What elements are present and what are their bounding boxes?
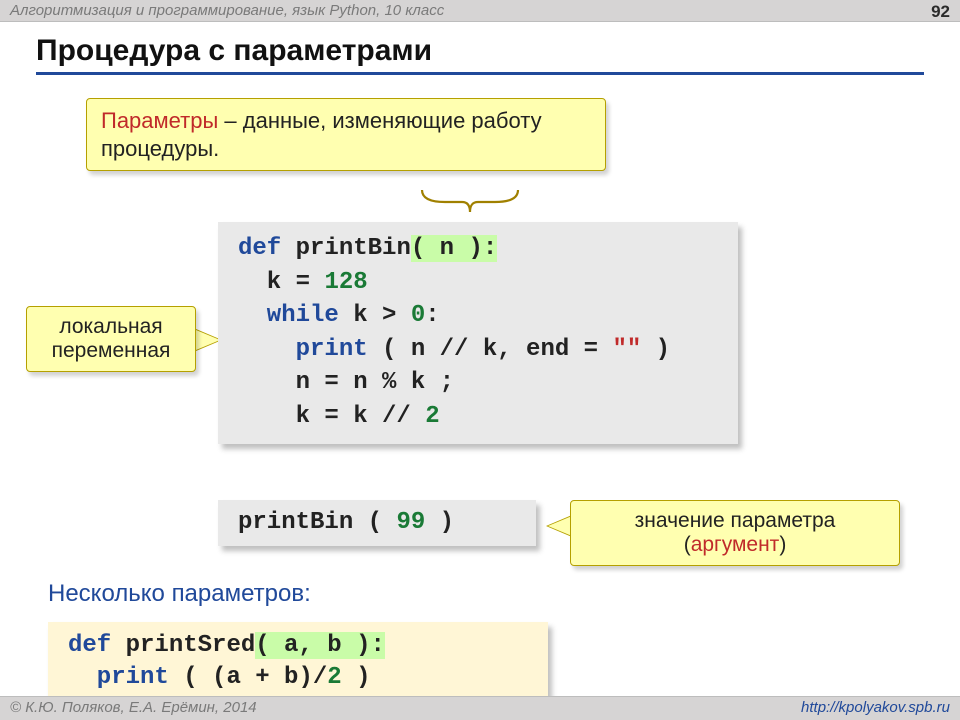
callout-argument-paren-close: ) — [779, 533, 786, 556]
brace-icon — [420, 188, 520, 214]
callout-parameters-highlight: Параметры — [101, 108, 218, 133]
footer-url: http://kpolyakov.spb.ru — [801, 699, 950, 716]
callout-argument-highlight: аргумент — [691, 533, 780, 556]
callout-parameters: Параметры – данные, изменяющие работу пр… — [86, 98, 606, 171]
code-block-multi-params: def printSred( a, b ): print ( (a + b)/2… — [48, 622, 548, 705]
callout-local-variable: локальная переменная — [26, 306, 196, 372]
callout-local-l1: локальная — [59, 315, 162, 338]
page-number: 92 — [931, 2, 950, 22]
callout-local-l2: переменная — [52, 339, 171, 362]
callout-argument-paren-open: ( — [684, 533, 691, 556]
footer-copyright: © К.Ю. Поляков, Е.А. Ерёмин, 2014 — [10, 699, 257, 716]
code-block-main: def printBin( n ): k = 128 while k > 0: … — [218, 222, 738, 444]
callout-pointer-icon — [196, 330, 220, 350]
callout-pointer-icon — [548, 516, 572, 536]
code-block-call: printBin ( 99 ) — [218, 500, 536, 546]
footer-bar: © К.Ю. Поляков, Е.А. Ерёмин, 2014 http:/… — [0, 696, 960, 720]
subheading-multi-params: Несколько параметров: — [48, 580, 311, 608]
callout-argument-l1: значение параметра — [635, 509, 836, 532]
callout-argument: значение параметра (аргумент) — [570, 500, 900, 566]
top-bar: Алгоритмизация и программирование, язык … — [0, 0, 960, 22]
breadcrumb: Алгоритмизация и программирование, язык … — [10, 2, 444, 19]
page-title: Процедура с параметрами — [36, 34, 924, 75]
